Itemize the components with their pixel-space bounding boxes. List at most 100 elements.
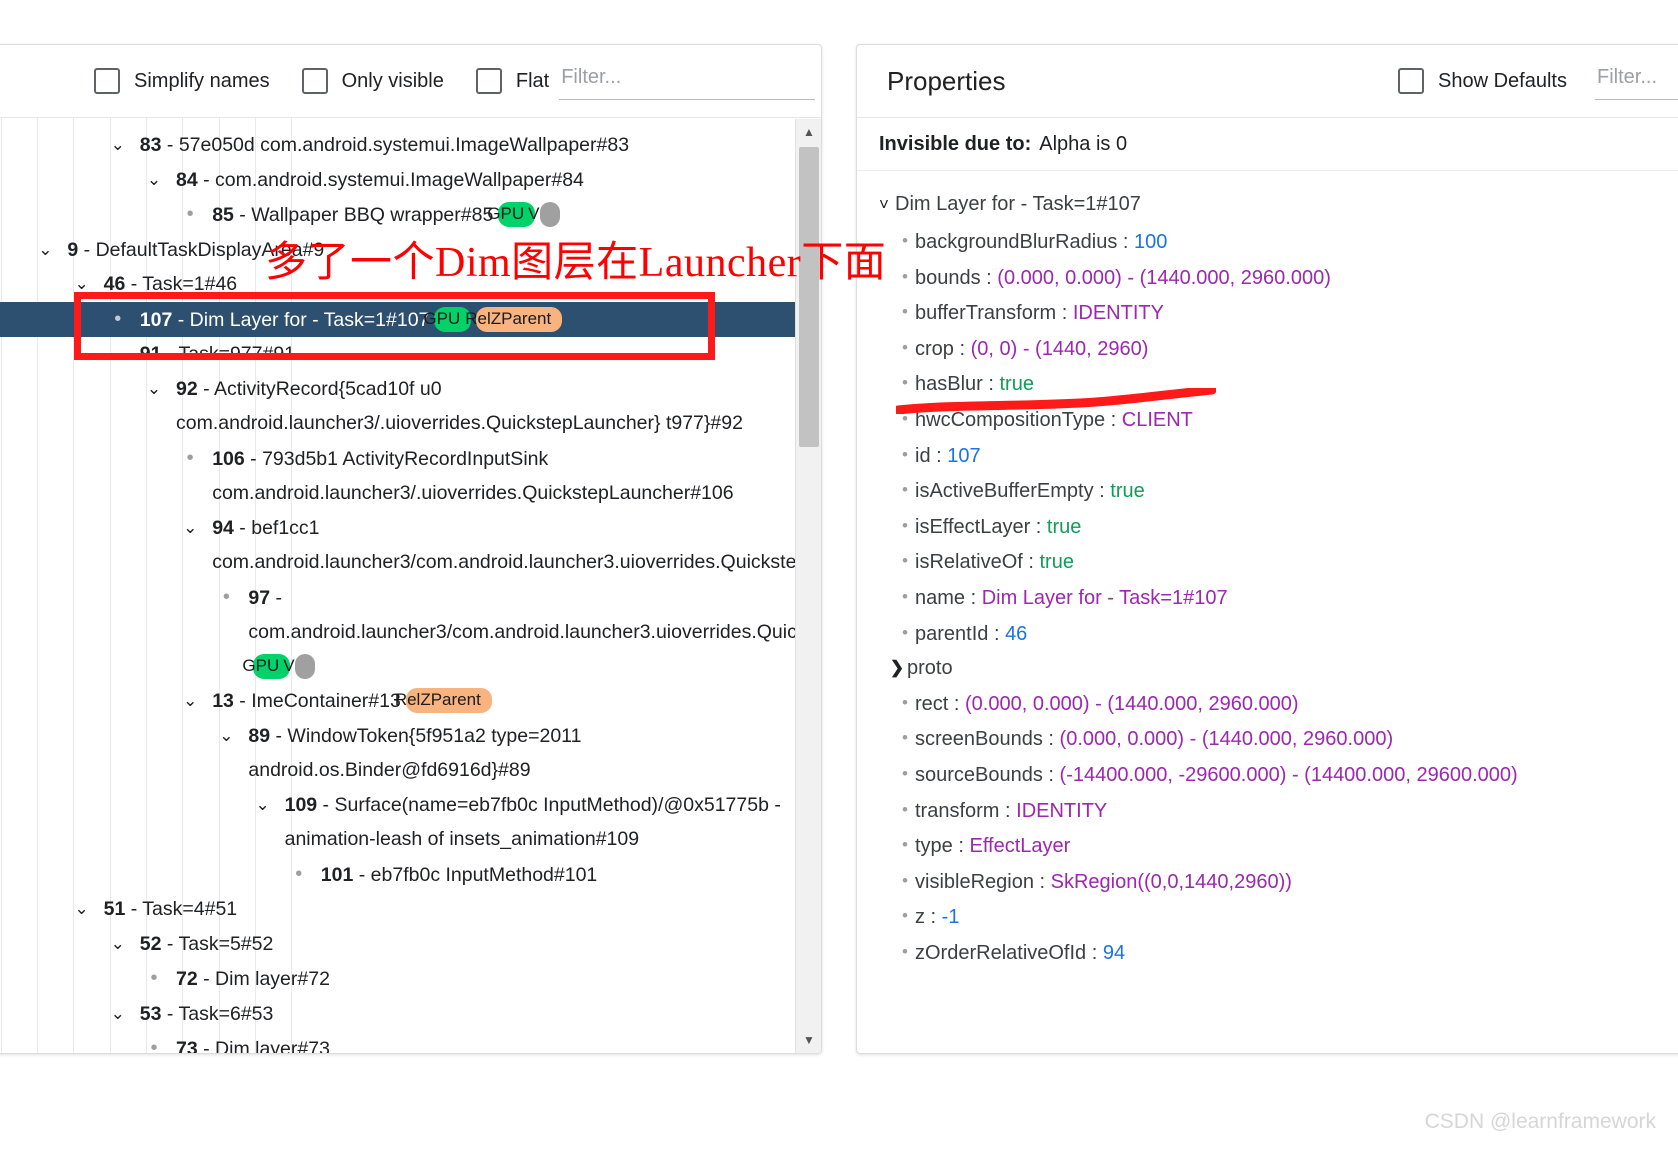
chevron-down-icon[interactable]: ⌄ [190, 511, 212, 546]
property-value: (-14400.000, -29600.000) - (14400.000, 2… [1060, 764, 1518, 786]
annotation-underline-stroke [896, 388, 1216, 414]
layer-tree-row[interactable]: ⌄51 - Task=4#51 [0, 892, 821, 927]
layer-id: 83 [140, 134, 162, 156]
chevron-down-icon[interactable]: ⌄ [118, 927, 140, 962]
property-row[interactable]: •isActiveBufferEmpty : true [865, 473, 1678, 509]
chevron-down-icon[interactable]: ⌄ [82, 892, 104, 927]
property-key: bounds [915, 267, 981, 289]
properties-filter-input[interactable] [1595, 62, 1678, 100]
property-separator: : [1094, 480, 1111, 502]
property-separator: : [931, 445, 948, 467]
simplify-names-checkbox-group[interactable]: Simplify names [94, 68, 270, 94]
layers-filter-input[interactable] [559, 62, 815, 100]
property-row[interactable]: •isRelativeOf : true [865, 544, 1678, 580]
show-defaults-checkbox[interactable] [1398, 68, 1424, 94]
flat-checkbox[interactable] [476, 68, 502, 94]
property-bullet-icon: • [895, 509, 915, 544]
property-row[interactable]: •id : 107 [865, 438, 1678, 474]
property-value: IDENTITY [1016, 800, 1107, 822]
layer-tree-row[interactable]: •97 - com.android.launcher3/com.android.… [0, 580, 821, 685]
leaf-dot-icon: • [190, 197, 212, 232]
property-bullet-icon: • [895, 686, 915, 721]
property-row[interactable]: •backgroundBlurRadius : 100 [865, 224, 1678, 260]
property-row[interactable]: •zOrderRelativeOfId : 94 [865, 935, 1678, 971]
property-key: type [915, 835, 953, 857]
layer-tree-row[interactable]: •101 - eb7fb0c InputMethod#101 [0, 857, 821, 893]
property-row[interactable]: •sourceBounds : (-14400.000, -29600.000)… [865, 757, 1678, 793]
property-bullet-icon: • [895, 544, 915, 579]
layer-tree-row[interactable]: ⌄109 - Surface(name=eb7fb0c InputMethod)… [0, 788, 821, 857]
layer-id: 73 [176, 1038, 198, 1054]
layer-id: 101 [321, 864, 354, 886]
property-row[interactable]: •rect : (0.000, 0.000) - (1440.000, 2960… [865, 686, 1678, 722]
layer-tree-row[interactable]: •106 - 793d5b1 ActivityRecordInputSink c… [0, 441, 821, 511]
layer-tree-row[interactable]: •72 - Dim layer#72 [0, 961, 821, 997]
property-row[interactable]: •parentId : 46 [865, 616, 1678, 652]
only-visible-checkbox[interactable] [302, 68, 328, 94]
properties-panel: Properties Show Defaults Invisible due t… [856, 44, 1678, 1054]
property-separator: : [965, 587, 982, 609]
flat-checkbox-group[interactable]: Flat [476, 68, 549, 94]
layer-id: 94 [212, 517, 234, 539]
property-row[interactable]: •isEffectLayer : true [865, 509, 1678, 545]
layer-name: - 57e050d com.android.systemui.ImageWall… [162, 134, 630, 156]
property-value: Dim Layer for - Task=1#107 [982, 587, 1228, 609]
property-value: true [1110, 480, 1144, 502]
property-row[interactable]: ❯proto [865, 651, 1678, 686]
property-row[interactable]: •visibleRegion : SkRegion((0,0,1440,2960… [865, 864, 1678, 900]
property-row[interactable]: •z : -1 [865, 899, 1678, 935]
properties-panel-title: Properties [887, 66, 1398, 97]
chevron-down-icon[interactable]: ˅ [873, 186, 895, 224]
chevron-right-icon[interactable]: ❯ [887, 651, 907, 686]
property-key: bufferTransform [915, 302, 1056, 324]
chevron-down-icon[interactable]: ⌄ [226, 719, 248, 754]
simplify-names-checkbox[interactable] [94, 68, 120, 94]
layer-id: 52 [140, 933, 162, 955]
property-row[interactable]: •name : Dim Layer for - Task=1#107 [865, 580, 1678, 616]
scroll-up-arrow-icon[interactable]: ▲ [796, 119, 822, 145]
only-visible-checkbox-group[interactable]: Only visible [302, 68, 444, 94]
show-defaults-checkbox-group[interactable]: Show Defaults [1398, 68, 1567, 94]
layer-tree-row[interactable]: ⌄52 - Task=5#52 [0, 927, 821, 962]
property-key: backgroundBlurRadius [915, 231, 1117, 253]
layers-filter-box[interactable] [559, 62, 815, 100]
property-bullet-icon: • [895, 295, 915, 330]
property-row[interactable]: •bounds : (0.000, 0.000) - (1440.000, 29… [865, 260, 1678, 296]
layer-tree-row[interactable]: ⌄13 - ImeContainer#13RelZParent [0, 684, 821, 719]
property-row[interactable]: •screenBounds : (0.000, 0.000) - (1440.0… [865, 721, 1678, 757]
layer-tree-row[interactable]: ⌄53 - Task=6#53 [0, 997, 821, 1032]
leaf-dot-icon: • [154, 1031, 176, 1054]
chevron-down-icon[interactable]: ⌄ [154, 163, 176, 198]
chevron-down-icon[interactable]: ⌄ [263, 788, 285, 823]
chevron-down-icon[interactable]: ⌄ [118, 128, 140, 163]
layer-tree-row[interactable]: ⌄92 - ActivityRecord{5cad10f u0 com.andr… [0, 372, 821, 441]
property-bullet-icon: • [895, 438, 915, 473]
layer-id: 53 [140, 1003, 162, 1025]
layer-name: - Task=4#51 [125, 898, 237, 920]
layer-tree-row[interactable]: •73 - Dim layer#73 [0, 1031, 821, 1054]
leaf-dot-icon: • [154, 961, 176, 996]
property-key: isActiveBufferEmpty [915, 480, 1094, 502]
layer-id: 13 [212, 690, 234, 712]
chevron-down-icon[interactable]: ⌄ [118, 997, 140, 1032]
chevron-down-icon[interactable]: ⌄ [154, 372, 176, 407]
properties-rows: •backgroundBlurRadius : 100•bounds : (0.… [865, 224, 1678, 970]
layer-tree-row[interactable]: ⌄83 - 57e050d com.android.systemui.Image… [0, 128, 821, 163]
chevron-down-icon[interactable]: ⌄ [45, 233, 67, 268]
layer-name: - Wallpaper BBQ wrapper#85 [234, 204, 493, 226]
scrollbar-thumb[interactable] [799, 147, 819, 447]
layer-id: 92 [176, 378, 198, 400]
layer-tree-row[interactable]: ⌄89 - WindowToken{5f951a2 type=2011 andr… [0, 719, 821, 788]
property-row[interactable]: •bufferTransform : IDENTITY [865, 295, 1678, 331]
property-row[interactable]: •crop : (0, 0) - (1440, 2960) [865, 331, 1678, 367]
chevron-down-icon[interactable]: ⌄ [190, 684, 212, 719]
properties-root-node[interactable]: ˅Dim Layer for - Task=1#107 [865, 185, 1678, 224]
layer-tree-row[interactable]: ⌄94 - bef1cc1 com.android.launcher3/com.… [0, 511, 821, 580]
layer-tree-row[interactable]: ⌄84 - com.android.systemui.ImageWallpape… [0, 163, 821, 198]
property-row[interactable]: •transform : IDENTITY [865, 793, 1678, 829]
properties-filter-box[interactable] [1595, 62, 1678, 100]
property-key: name [915, 587, 965, 609]
property-key: isRelativeOf [915, 551, 1023, 573]
property-row[interactable]: •type : EffectLayer [865, 828, 1678, 864]
scroll-down-arrow-icon[interactable]: ▼ [796, 1027, 822, 1053]
